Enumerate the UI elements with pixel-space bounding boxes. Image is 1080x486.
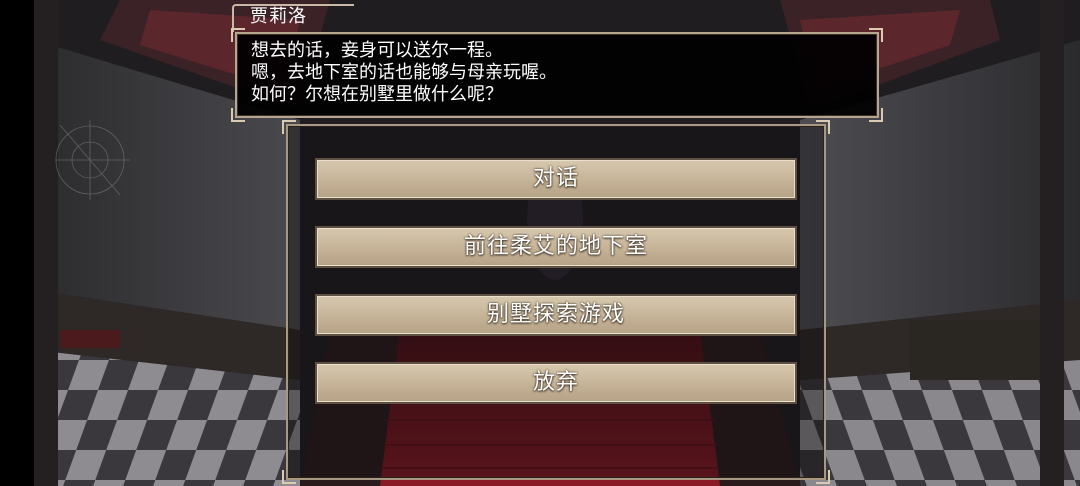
frame-corner-ornament [816, 470, 830, 484]
choice-talk-button[interactable]: 对话 [315, 158, 797, 200]
choice-explore-villa-button[interactable]: 别墅探索游戏 [315, 294, 797, 336]
dialogue-line-1: 想去的话，妾身可以送尔一程。 [251, 40, 503, 61]
screen-left-bar [0, 0, 34, 486]
choice-menu-panel: 对话 前往柔艾的地下室 别墅探索游戏 放弃 [282, 120, 830, 484]
frame-corner-ornament [282, 120, 296, 134]
speaker-name: 贾莉洛 [250, 6, 307, 27]
dialogue-box[interactable]: 想去的话，妾身可以送尔一程。 嗯，去地下室的话也能够与母亲玩喔。 如何？尔想在别… [231, 28, 883, 122]
frame-corner-ornament [869, 108, 883, 122]
choice-cancel-button[interactable]: 放弃 [315, 362, 797, 404]
choice-go-basement-button[interactable]: 前往柔艾的地下室 [315, 226, 797, 268]
game-scene: 贾莉洛 想去的话，妾身可以送尔一程。 嗯，去地下室的话也能够与母亲玩喔。 如何？… [0, 0, 1080, 486]
dialogue-line-2: 嗯，去地下室的话也能够与母亲玩喔。 [251, 62, 557, 83]
frame-corner-ornament [231, 108, 245, 122]
frame-corner-ornament [816, 120, 830, 134]
dialogue-line-3: 如何？尔想在别墅里做什么呢？ [251, 84, 503, 105]
frame-corner-ornament [231, 28, 245, 42]
frame-corner-ornament [869, 28, 883, 42]
frame-corner-ornament [282, 470, 296, 484]
